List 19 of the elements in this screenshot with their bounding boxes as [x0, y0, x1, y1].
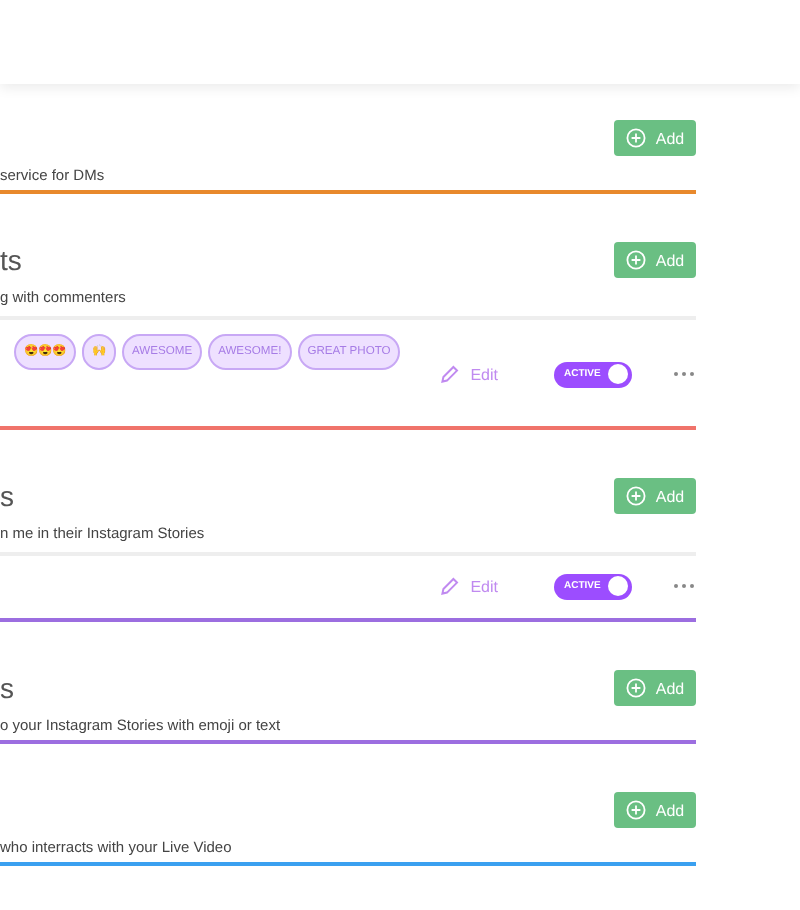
add-button[interactable]: Add — [614, 792, 696, 828]
add-button[interactable]: Add — [614, 670, 696, 706]
add-button[interactable]: Add — [614, 120, 696, 156]
add-button[interactable]: Add — [614, 478, 696, 514]
plus-circle-icon — [625, 678, 646, 698]
plus-circle-icon — [625, 800, 646, 820]
section-title: ts — [0, 244, 22, 276]
more-icon[interactable] — [672, 370, 696, 378]
plus-circle-icon — [625, 486, 646, 506]
section-title: s — [0, 672, 14, 704]
plus-circle-icon — [625, 250, 646, 270]
edit-button[interactable]: Edit — [440, 576, 498, 596]
edit-button[interactable]: Edit — [440, 364, 498, 384]
add-button[interactable]: Add — [614, 242, 696, 278]
more-icon[interactable] — [672, 582, 696, 590]
plus-circle-icon — [625, 128, 646, 148]
section-title: s — [0, 480, 14, 512]
pencil-icon — [440, 576, 461, 596]
pencil-icon — [440, 364, 461, 384]
